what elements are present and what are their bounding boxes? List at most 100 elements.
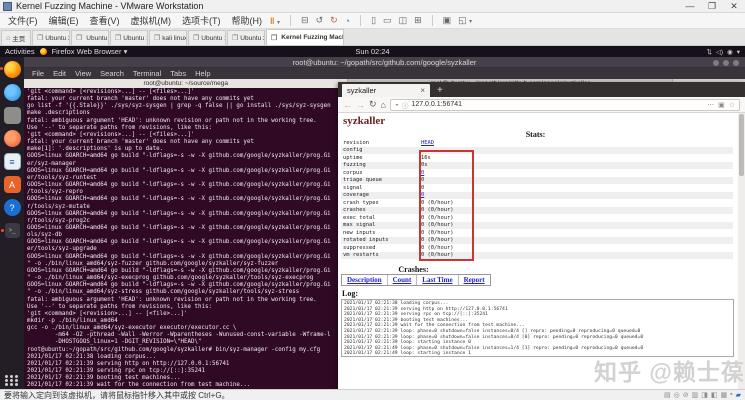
vm-tab-label: Ubuntu 16.04 [86, 34, 108, 42]
vm-tab-ubuntu-19-server[interactable]: ❒Ubuntu 19-server× [188, 30, 226, 45]
forward-button[interactable]: → [356, 100, 365, 110]
vm-tab-kali-linux[interactable]: ❒kali linux× [149, 30, 187, 45]
help-dock-icon[interactable]: ? [3, 199, 21, 216]
display-device-icon[interactable]: ▦ [721, 391, 728, 399]
files-dock-icon[interactable] [3, 107, 21, 124]
apps-dock-icon[interactable] [4, 372, 21, 389]
terminal-dock-icon[interactable]: >_ [0, 222, 21, 239]
hdd-device-icon[interactable]: ▤ [664, 391, 671, 399]
home-button[interactable]: ⌂ [381, 100, 386, 110]
stat-label: signal [343, 184, 363, 191]
vm-tab-label: Ubuntu 20.04 [240, 34, 264, 42]
url-bar[interactable]: ◒ ⓘ 127.0.0.1:56741 ⋯ ▣ ☆ [389, 98, 740, 111]
terminal-menu-item[interactable]: Help [195, 69, 210, 78]
vm-icon: ❒ [115, 35, 122, 42]
save-pocket-icon[interactable]: ▣ [718, 101, 725, 109]
log-output[interactable]: 2021/01/17 02:21:38 loading corpus... 202… [341, 299, 734, 357]
manage-snapshots-icon[interactable]: ◔ [345, 16, 350, 26]
terminal-menu-item[interactable]: File [32, 69, 44, 78]
vm-tab-label: kali linux [162, 34, 187, 42]
pause-button[interactable]: ‖ ▾ [270, 16, 280, 26]
console-icon[interactable]: ▣ [443, 15, 452, 26]
tab-close-icon[interactable]: × [420, 86, 425, 95]
toolbar-separator [431, 15, 433, 26]
stat-value-link[interactable]: HEAD [421, 140, 434, 146]
ctrl-alt-del-icon[interactable]: ⊟ [301, 15, 309, 26]
stats-row: suppressed 0 (0/hour) [341, 244, 733, 252]
sound-device-icon[interactable]: ◧ [711, 391, 718, 399]
stats-row: exec total 0 (0/hour) [341, 214, 733, 222]
terminal-titlebar[interactable]: root@ubuntu: ~/gopath/src/github.com/goo… [24, 57, 745, 68]
stat-value-link[interactable]: 0 [421, 192, 424, 198]
fullscreen-icon[interactable]: ◱ ▾ [458, 15, 472, 26]
thumbnail-toggle-icon[interactable]: ▭ [383, 15, 392, 26]
shield-icon[interactable]: ◒ [395, 101, 399, 108]
crash-column-report[interactable]: Report [459, 275, 490, 285]
stat-label: config [343, 147, 363, 154]
take-snapshot-icon[interactable]: ↺ [316, 15, 324, 26]
thunderbird-dock-icon[interactable] [3, 84, 21, 101]
terminal-window-buttons[interactable] [713, 59, 739, 66]
vm-tab-ubuntu-20-04[interactable]: ❒Ubuntu 20.04× [227, 30, 265, 45]
reload-button[interactable]: ↻ [369, 99, 377, 110]
close-button[interactable]: ✕ [723, 0, 745, 12]
cd-device-icon[interactable]: ◎ [674, 391, 680, 399]
vm-display: Activities Firefox Web Browser ▾ Sun 02:… [0, 46, 745, 389]
vmware-menu-item[interactable]: 查看(V) [90, 14, 120, 27]
terminal-menu-item[interactable]: Terminal [133, 69, 161, 78]
console-view-icon[interactable]: ◫ [399, 15, 408, 26]
crash-column-description[interactable]: Description [342, 275, 388, 285]
stat-value: 0 (0/hour) [421, 244, 454, 251]
software-dock-icon[interactable]: A [3, 176, 21, 193]
vm-tab-ubuntu-18-04[interactable]: ❒Ubuntu 18.04× [110, 30, 148, 45]
firefox-navbar: ← → ↻ ⌂ ◒ ⓘ 127.0.0.1:56741 ⋯ ▣ ☆ [338, 97, 745, 113]
vm-tab-ubuntu-20-04[interactable]: ❒Ubuntu 20.04× [32, 30, 70, 45]
terminal-tab[interactable]: root@ubuntu: ~/source/mega [24, 79, 349, 88]
tab-close-icon[interactable]: × [29, 35, 30, 42]
vmware-menu-item[interactable]: 编辑(E) [49, 14, 79, 27]
vm-tab-ubuntu-16-04[interactable]: ❒Ubuntu 16.04× [71, 30, 109, 45]
vmware-menu-item[interactable]: 选项卡(T) [182, 14, 221, 27]
page-actions-icon[interactable]: ⋯ [707, 101, 714, 109]
browser-tab-syzkaller[interactable]: syzkaller × [342, 84, 430, 97]
stat-value-link[interactable]: 0 [421, 170, 424, 176]
crash-column-count[interactable]: Count [388, 275, 418, 285]
minimize-button[interactable]: — [679, 0, 701, 12]
crash-column-last-time[interactable]: Last Time [417, 275, 459, 285]
vmware-menu-item[interactable]: 文件(F) [8, 14, 38, 27]
writer-dock-icon[interactable]: ≡ [3, 153, 21, 170]
url-text[interactable]: 127.0.0.1:56741 [411, 101, 704, 108]
library-toggle-icon[interactable]: ▯ [371, 15, 376, 26]
terminal-menu-item[interactable]: Tabs [170, 69, 186, 78]
window-title: Kernel Fuzzing Machine - VMware Workstat… [16, 1, 204, 11]
stat-value: 0 (0/hour) [421, 237, 454, 244]
stat-label: uptime [343, 154, 363, 161]
terminal-menu-item[interactable]: Edit [53, 69, 66, 78]
revert-snapshot-icon[interactable]: ↻ [330, 15, 338, 26]
site-info-icon[interactable]: ⓘ [402, 100, 409, 110]
message-icon[interactable]: ▪ [730, 391, 732, 399]
vmware-menu-item[interactable]: 虚拟机(M) [131, 14, 172, 27]
floppy-device-icon[interactable]: ⊘ [683, 391, 689, 399]
unity-view-icon[interactable]: ⊞ [414, 15, 422, 26]
clock[interactable]: Sun 02:24 [0, 47, 745, 56]
firefox-dock-icon[interactable] [0, 61, 21, 78]
terminal-menubar: File Edit View Search Terminal Tabs Help [24, 68, 745, 79]
terminal-menu-item[interactable]: View [75, 69, 91, 78]
vm-tab-kernel-fuzzing-machine[interactable]: ❒Kernel Fuzzing Machine× [266, 29, 344, 45]
bookmark-star-icon[interactable]: ☆ [729, 101, 735, 109]
usb-device-icon[interactable]: ▥ [692, 391, 699, 399]
new-tab-button[interactable]: + [437, 84, 443, 97]
stat-label: corpus [343, 169, 363, 176]
vmware-menu-item[interactable]: 帮助(H) [232, 14, 263, 27]
browser-scrollbar[interactable] [738, 113, 745, 389]
printer-device-icon[interactable]: ◨ [701, 391, 708, 399]
rhythmbox-dock-icon[interactable] [3, 130, 21, 147]
maximize-button[interactable]: ❐ [701, 0, 723, 12]
network-device-icon[interactable]: ▰ [736, 391, 741, 399]
terminal-menu-item[interactable]: Search [100, 69, 124, 78]
stats-table: revision HEAD config uptime 16s fuzzing 0s corp… [341, 139, 733, 259]
back-button[interactable]: ← [343, 100, 352, 110]
tab-home[interactable]: ⌂主页× [1, 30, 31, 45]
gnome-top-bar: Activities Firefox Web Browser ▾ Sun 02:… [0, 46, 745, 57]
